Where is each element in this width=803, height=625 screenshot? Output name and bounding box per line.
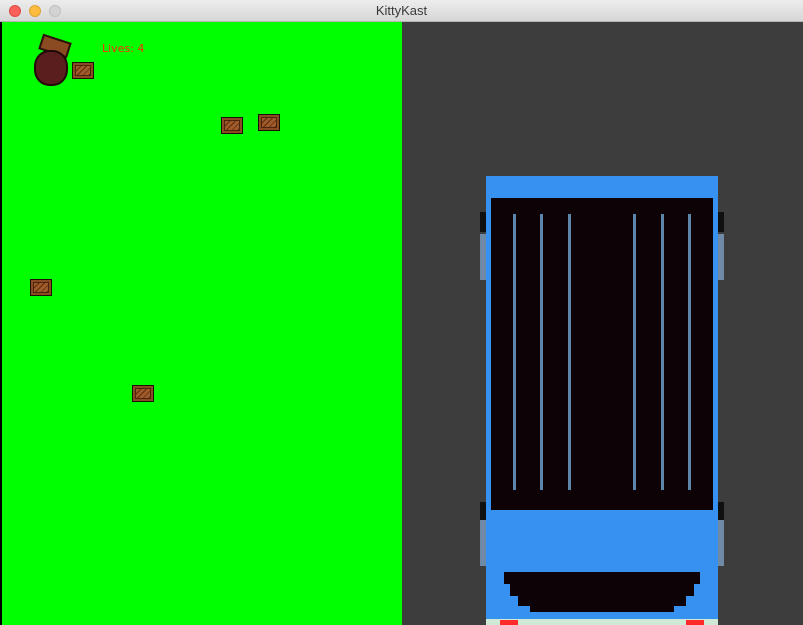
crate bbox=[221, 117, 243, 134]
roof-stripe bbox=[513, 214, 516, 490]
roof-stripe bbox=[688, 214, 691, 490]
bus-side-rail bbox=[718, 234, 724, 280]
bus-windshield bbox=[504, 572, 700, 614]
player-barrel bbox=[34, 50, 68, 86]
title-bar: KittyKast bbox=[0, 0, 803, 22]
bus-bumper bbox=[486, 619, 718, 625]
bus bbox=[478, 176, 726, 625]
bus-side-rail bbox=[718, 520, 724, 566]
roof-stripe bbox=[568, 214, 571, 490]
roof-stripe bbox=[540, 214, 543, 490]
bus-roof bbox=[491, 198, 713, 510]
crate bbox=[30, 279, 52, 296]
roof-stripe bbox=[633, 214, 636, 490]
crate bbox=[132, 385, 154, 402]
bus-mirror bbox=[718, 212, 724, 232]
bus-mirror bbox=[718, 502, 724, 522]
crate bbox=[258, 114, 280, 131]
lives-counter: Lives: 4 bbox=[102, 42, 145, 55]
roof-stripe bbox=[661, 214, 664, 490]
game-window: KittyKast Lives: 4 bbox=[0, 0, 803, 625]
grass-field bbox=[2, 22, 402, 625]
game-canvas[interactable]: Lives: 4 bbox=[0, 22, 803, 625]
crate bbox=[72, 62, 94, 79]
player-cat-barrel bbox=[30, 33, 78, 90]
window-title: KittyKast bbox=[375, 3, 428, 18]
bus-headlight bbox=[686, 620, 704, 625]
bus-headlight bbox=[500, 620, 518, 625]
